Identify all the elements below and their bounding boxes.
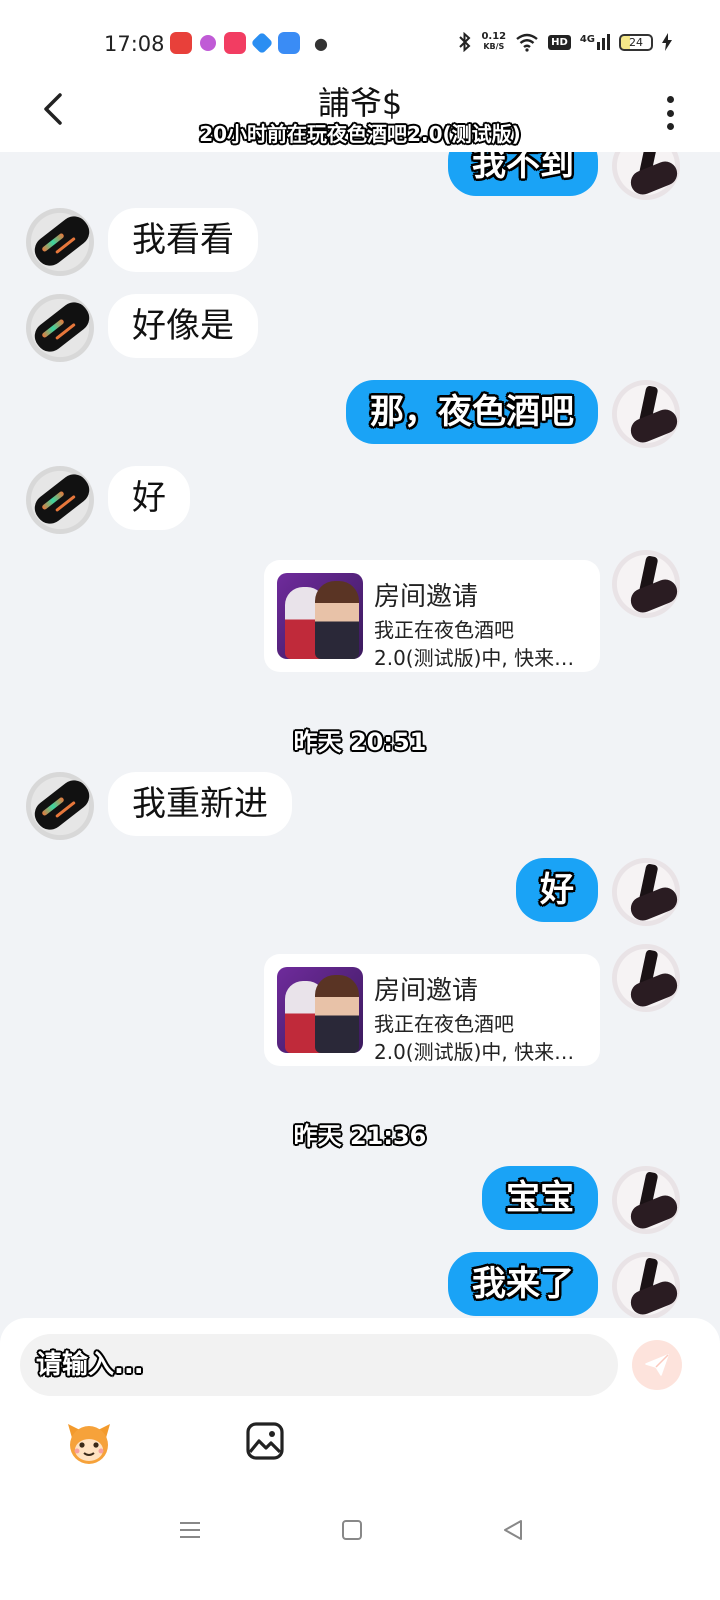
status-time: 17:08 <box>104 32 165 56</box>
contact-status: 20小时前在玩夜色酒吧2.0(测试版) <box>199 122 521 146</box>
invite-title: 房间邀请 <box>374 582 479 612</box>
my-avatar[interactable] <box>612 152 680 200</box>
home-button[interactable] <box>342 1520 362 1540</box>
my-avatar[interactable] <box>612 858 680 926</box>
invite-description-line2: 2.0(测试版)中, 快来… <box>374 646 575 670</box>
invite-description: 我正在夜色酒吧 2.0(测试版)中, 快来… <box>374 616 592 672</box>
room-invite-card[interactable]: 房间邀请 我正在夜色酒吧 2.0(测试版)中, 快来… <box>264 560 600 672</box>
chat-header: 誧爷$ 20小时前在玩夜色酒吧2.0(测试版) <box>0 70 720 152</box>
battery-level: 24 <box>629 35 643 49</box>
game-thumbnail <box>277 573 363 659</box>
timestamp-divider: 昨天 21:36 <box>293 1122 427 1150</box>
chat-app-icon <box>278 32 300 54</box>
notification-icons: ● <box>170 31 328 55</box>
outgoing-message-bubble[interactable]: 我来了 <box>448 1252 598 1316</box>
timestamp-divider: 昨天 20:51 <box>293 728 427 756</box>
outgoing-message-bubble[interactable]: 宝宝 <box>482 1166 598 1230</box>
outgoing-message-bubble[interactable]: 那，夜色酒吧 <box>346 380 598 444</box>
network-speed-unit: KB/S <box>483 42 505 51</box>
contact-avatar[interactable] <box>26 772 94 840</box>
network-type-label: 4G <box>579 34 595 45</box>
contact-avatar[interactable] <box>26 208 94 276</box>
battery-icon: 24 <box>619 33 653 51</box>
incoming-message-bubble[interactable]: 好像是 <box>108 294 258 358</box>
bluetooth-icon <box>459 32 471 52</box>
outgoing-message-bubble[interactable]: 好 <box>516 858 598 922</box>
gallery-app-icon <box>200 35 216 51</box>
system-nav-bar <box>0 1500 720 1600</box>
my-avatar[interactable] <box>612 944 680 1012</box>
browser-app-icon <box>250 31 274 55</box>
network-speed: 0.12 KB/S <box>481 32 506 52</box>
contact-avatar[interactable] <box>26 466 94 534</box>
video-app-icon <box>224 32 246 54</box>
send-icon <box>645 1354 669 1376</box>
sticker-icon[interactable] <box>64 1418 114 1468</box>
cellular-signal-icon: 4G <box>580 34 610 50</box>
room-invite-card[interactable]: 房间邀请 我正在夜色酒吧 2.0(测试版)中, 快来… <box>264 954 600 1066</box>
game-thumbnail <box>277 967 363 1053</box>
incoming-message-bubble[interactable]: 我看看 <box>108 208 258 272</box>
invite-description-line2: 2.0(测试版)中, 快来… <box>374 1040 575 1064</box>
message-input[interactable]: 请输入... <box>20 1334 618 1396</box>
send-button[interactable] <box>632 1340 682 1390</box>
my-avatar[interactable] <box>612 1252 680 1320</box>
incoming-message-bubble[interactable]: 好 <box>108 466 190 530</box>
more-notifications-dot: ● <box>314 33 328 53</box>
image-picker-icon[interactable] <box>246 1422 284 1460</box>
charging-icon <box>662 33 672 51</box>
map-app-icon <box>170 32 192 54</box>
outgoing-message-bubble[interactable]: 我不到 <box>448 152 598 196</box>
invite-title: 房间邀请 <box>374 976 479 1006</box>
network-speed-value: 0.12 <box>481 31 507 42</box>
my-avatar[interactable] <box>612 550 680 618</box>
message-list[interactable]: 我不到 我看看 好像是 那，夜色酒吧 好 房间邀请 我正在夜色酒吧 2.0(测试… <box>0 152 720 1320</box>
hd-voice-badge: HD <box>548 34 571 50</box>
my-avatar[interactable] <box>612 380 680 448</box>
invite-description: 我正在夜色酒吧 2.0(测试版)中, 快来… <box>374 1010 592 1066</box>
incoming-message-bubble[interactable]: 我重新进 <box>108 772 292 836</box>
system-back-button[interactable] <box>502 1518 524 1542</box>
wifi-icon <box>516 33 538 52</box>
my-avatar[interactable] <box>612 1166 680 1234</box>
contact-avatar[interactable] <box>26 294 94 362</box>
more-options-button[interactable] <box>662 96 678 130</box>
invite-description-line1: 我正在夜色酒吧 <box>374 1012 514 1036</box>
status-indicators: 0.12 KB/S HD 4G 24 <box>458 32 672 52</box>
recent-apps-button[interactable] <box>178 1520 202 1540</box>
invite-description-line1: 我正在夜色酒吧 <box>374 618 514 642</box>
